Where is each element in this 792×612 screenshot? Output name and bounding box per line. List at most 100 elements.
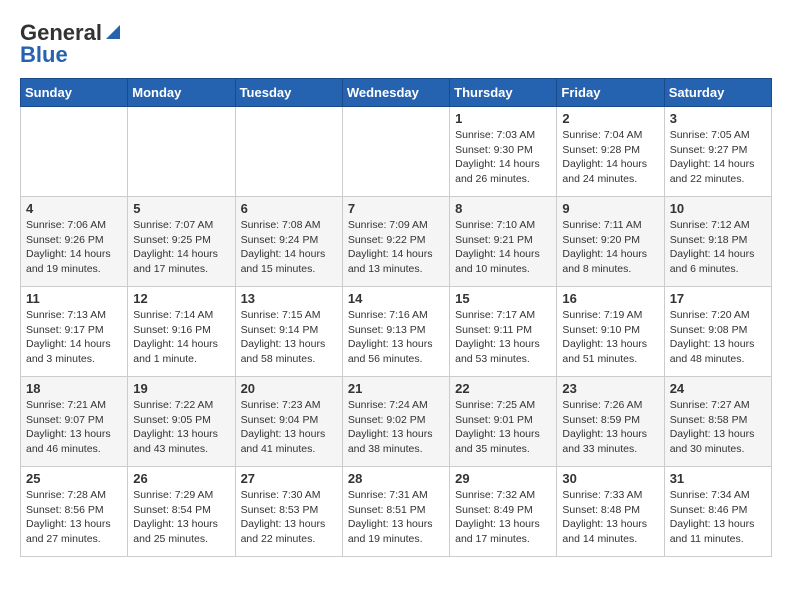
day-header-wednesday: Wednesday xyxy=(342,79,449,107)
day-header-tuesday: Tuesday xyxy=(235,79,342,107)
calendar-cell: 31 Sunrise: 7:34 AM Sunset: 8:46 PM Dayli… xyxy=(664,467,771,557)
day-content: Sunrise: 7:30 AM Sunset: 8:53 PM Dayligh… xyxy=(241,488,337,547)
calendar-cell: 11 Sunrise: 7:13 AM Sunset: 9:17 PM Dayli… xyxy=(21,287,128,377)
day-number: 26 xyxy=(133,471,229,486)
day-number: 1 xyxy=(455,111,551,126)
day-number: 4 xyxy=(26,201,122,216)
calendar-table: SundayMondayTuesdayWednesdayThursdayFrid… xyxy=(20,78,772,557)
day-number: 25 xyxy=(26,471,122,486)
day-content: Sunrise: 7:17 AM Sunset: 9:11 PM Dayligh… xyxy=(455,308,551,367)
day-content: Sunrise: 7:28 AM Sunset: 8:56 PM Dayligh… xyxy=(26,488,122,547)
day-content: Sunrise: 7:20 AM Sunset: 9:08 PM Dayligh… xyxy=(670,308,766,367)
day-content: Sunrise: 7:21 AM Sunset: 9:07 PM Dayligh… xyxy=(26,398,122,457)
day-content: Sunrise: 7:14 AM Sunset: 9:16 PM Dayligh… xyxy=(133,308,229,367)
day-number: 2 xyxy=(562,111,658,126)
day-number: 30 xyxy=(562,471,658,486)
logo-blue-text: Blue xyxy=(20,42,68,68)
calendar-cell: 12 Sunrise: 7:14 AM Sunset: 9:16 PM Dayli… xyxy=(128,287,235,377)
day-content: Sunrise: 7:12 AM Sunset: 9:18 PM Dayligh… xyxy=(670,218,766,277)
calendar-cell: 20Sunrise: 7:23 AM Sunset: 9:04 PM Dayli… xyxy=(235,377,342,467)
calendar-cell: 9Sunrise: 7:11 AM Sunset: 9:20 PM Daylig… xyxy=(557,197,664,287)
week-row-2: 4 Sunrise: 7:06 AM Sunset: 9:26 PM Daylig… xyxy=(21,197,772,287)
day-content: Sunrise: 7:33 AM Sunset: 8:48 PM Dayligh… xyxy=(562,488,658,547)
day-header-thursday: Thursday xyxy=(450,79,557,107)
day-number: 8 xyxy=(455,201,551,216)
calendar-cell: 22 Sunrise: 7:25 AM Sunset: 9:01 PM Dayli… xyxy=(450,377,557,467)
day-content: Sunrise: 7:27 AM Sunset: 8:58 PM Dayligh… xyxy=(670,398,766,457)
day-content: Sunrise: 7:07 AM Sunset: 9:25 PM Dayligh… xyxy=(133,218,229,277)
day-content: Sunrise: 7:16 AM Sunset: 9:13 PM Dayligh… xyxy=(348,308,444,367)
calendar-cell: 14 Sunrise: 7:16 AM Sunset: 9:13 PM Dayli… xyxy=(342,287,449,377)
day-content: Sunrise: 7:26 AM Sunset: 8:59 PM Dayligh… xyxy=(562,398,658,457)
day-number: 15 xyxy=(455,291,551,306)
calendar-cell: 21Sunrise: 7:24 AM Sunset: 9:02 PM Dayli… xyxy=(342,377,449,467)
day-header-monday: Monday xyxy=(128,79,235,107)
calendar-cell: 29 Sunrise: 7:32 AM Sunset: 8:49 PM Dayli… xyxy=(450,467,557,557)
day-content: Sunrise: 7:09 AM Sunset: 9:22 PM Dayligh… xyxy=(348,218,444,277)
calendar-cell: 26 Sunrise: 7:29 AM Sunset: 8:54 PM Dayli… xyxy=(128,467,235,557)
day-content: Sunrise: 7:04 AM Sunset: 9:28 PM Dayligh… xyxy=(562,128,658,187)
calendar-cell: 16 Sunrise: 7:19 AM Sunset: 9:10 PM Dayli… xyxy=(557,287,664,377)
calendar-cell: 15 Sunrise: 7:17 AM Sunset: 9:11 PM Dayli… xyxy=(450,287,557,377)
day-number: 14 xyxy=(348,291,444,306)
day-number: 12 xyxy=(133,291,229,306)
calendar-cell: 23 Sunrise: 7:26 AM Sunset: 8:59 PM Dayli… xyxy=(557,377,664,467)
day-content: Sunrise: 7:29 AM Sunset: 8:54 PM Dayligh… xyxy=(133,488,229,547)
calendar-cell: 13 Sunrise: 7:15 AM Sunset: 9:14 PM Dayli… xyxy=(235,287,342,377)
day-header-saturday: Saturday xyxy=(664,79,771,107)
day-content: Sunrise: 7:19 AM Sunset: 9:10 PM Dayligh… xyxy=(562,308,658,367)
week-row-1: 1 Sunrise: 7:03 AM Sunset: 9:30 PM Daylig… xyxy=(21,107,772,197)
calendar-cell: 24 Sunrise: 7:27 AM Sunset: 8:58 PM Dayli… xyxy=(664,377,771,467)
day-content: Sunrise: 7:15 AM Sunset: 9:14 PM Dayligh… xyxy=(241,308,337,367)
day-number: 10 xyxy=(670,201,766,216)
calendar-cell: 30 Sunrise: 7:33 AM Sunset: 8:48 PM Dayli… xyxy=(557,467,664,557)
day-number: 19 xyxy=(133,381,229,396)
day-header-sunday: Sunday xyxy=(21,79,128,107)
calendar-cell: 25 Sunrise: 7:28 AM Sunset: 8:56 PM Dayli… xyxy=(21,467,128,557)
day-content: Sunrise: 7:03 AM Sunset: 9:30 PM Dayligh… xyxy=(455,128,551,187)
calendar-cell: 7 Sunrise: 7:09 AM Sunset: 9:22 PM Daylig… xyxy=(342,197,449,287)
day-number: 16 xyxy=(562,291,658,306)
calendar-cell xyxy=(21,107,128,197)
days-header-row: SundayMondayTuesdayWednesdayThursdayFrid… xyxy=(21,79,772,107)
day-number: 7 xyxy=(348,201,444,216)
day-number: 29 xyxy=(455,471,551,486)
calendar-cell: 19Sunrise: 7:22 AM Sunset: 9:05 PM Dayli… xyxy=(128,377,235,467)
calendar-cell: 4 Sunrise: 7:06 AM Sunset: 9:26 PM Daylig… xyxy=(21,197,128,287)
calendar-cell: 5Sunrise: 7:07 AM Sunset: 9:25 PM Daylig… xyxy=(128,197,235,287)
calendar-cell: 8 Sunrise: 7:10 AM Sunset: 9:21 PM Daylig… xyxy=(450,197,557,287)
day-content: Sunrise: 7:10 AM Sunset: 9:21 PM Dayligh… xyxy=(455,218,551,277)
day-number: 31 xyxy=(670,471,766,486)
day-content: Sunrise: 7:06 AM Sunset: 9:26 PM Dayligh… xyxy=(26,218,122,277)
day-number: 17 xyxy=(670,291,766,306)
day-content: Sunrise: 7:05 AM Sunset: 9:27 PM Dayligh… xyxy=(670,128,766,187)
day-number: 23 xyxy=(562,381,658,396)
calendar-cell: 2 Sunrise: 7:04 AM Sunset: 9:28 PM Daylig… xyxy=(557,107,664,197)
calendar-cell: 17 Sunrise: 7:20 AM Sunset: 9:08 PM Dayli… xyxy=(664,287,771,377)
logo: General Blue xyxy=(20,20,122,68)
calendar-cell: 28 Sunrise: 7:31 AM Sunset: 8:51 PM Dayli… xyxy=(342,467,449,557)
calendar-cell xyxy=(342,107,449,197)
day-content: Sunrise: 7:32 AM Sunset: 8:49 PM Dayligh… xyxy=(455,488,551,547)
day-number: 6 xyxy=(241,201,337,216)
day-header-friday: Friday xyxy=(557,79,664,107)
day-content: Sunrise: 7:31 AM Sunset: 8:51 PM Dayligh… xyxy=(348,488,444,547)
week-row-4: 18 Sunrise: 7:21 AM Sunset: 9:07 PM Dayli… xyxy=(21,377,772,467)
day-content: Sunrise: 7:34 AM Sunset: 8:46 PM Dayligh… xyxy=(670,488,766,547)
day-number: 22 xyxy=(455,381,551,396)
logo-arrow-icon xyxy=(104,23,122,41)
week-row-5: 25 Sunrise: 7:28 AM Sunset: 8:56 PM Dayli… xyxy=(21,467,772,557)
day-content: Sunrise: 7:25 AM Sunset: 9:01 PM Dayligh… xyxy=(455,398,551,457)
week-row-3: 11 Sunrise: 7:13 AM Sunset: 9:17 PM Dayli… xyxy=(21,287,772,377)
day-number: 27 xyxy=(241,471,337,486)
day-number: 13 xyxy=(241,291,337,306)
day-number: 11 xyxy=(26,291,122,306)
day-content: Sunrise: 7:11 AM Sunset: 9:20 PM Dayligh… xyxy=(562,218,658,277)
day-number: 28 xyxy=(348,471,444,486)
day-number: 18 xyxy=(26,381,122,396)
day-number: 24 xyxy=(670,381,766,396)
calendar-cell: 6Sunrise: 7:08 AM Sunset: 9:24 PM Daylig… xyxy=(235,197,342,287)
day-content: Sunrise: 7:13 AM Sunset: 9:17 PM Dayligh… xyxy=(26,308,122,367)
day-number: 21 xyxy=(348,381,444,396)
calendar-cell: 3Sunrise: 7:05 AM Sunset: 9:27 PM Daylig… xyxy=(664,107,771,197)
